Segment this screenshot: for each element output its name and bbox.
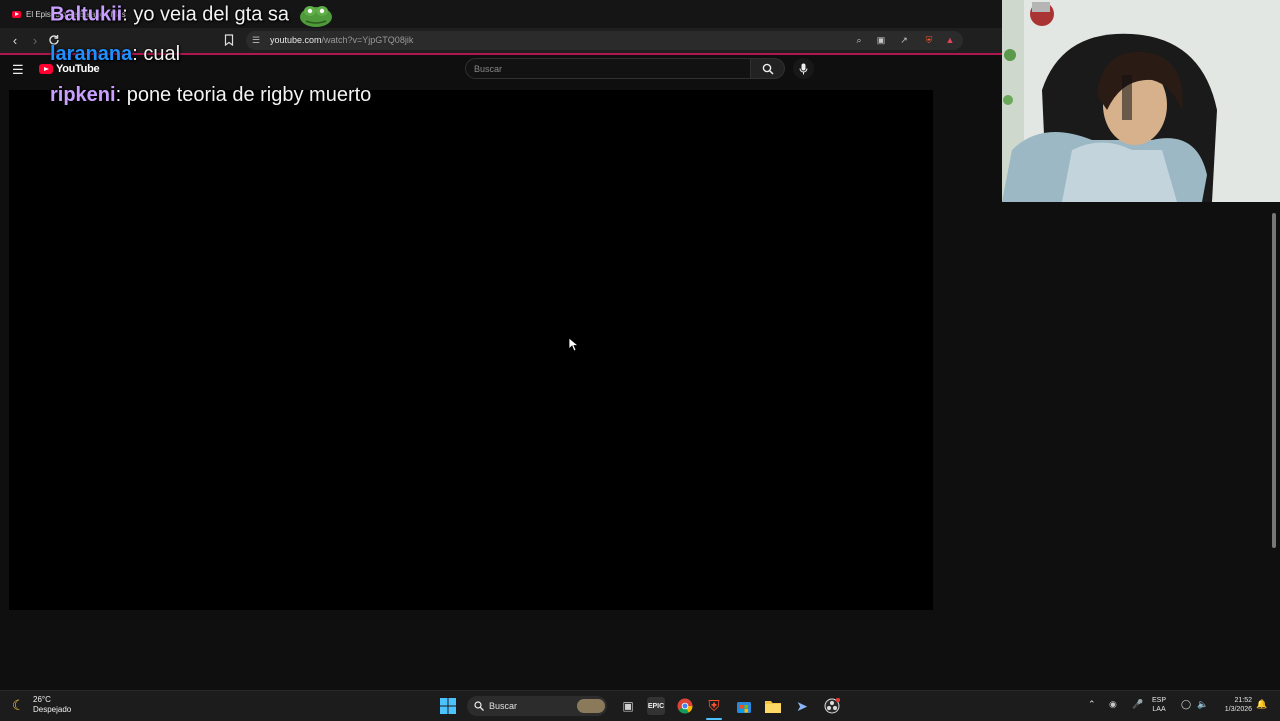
- zoom-icon[interactable]: ⌕: [852, 34, 866, 47]
- webcam-overlay: [1002, 0, 1280, 202]
- weather-moon-icon: ☾: [12, 697, 25, 713]
- share-icon[interactable]: ↗: [897, 34, 911, 47]
- mouse-cursor-icon: [568, 337, 578, 352]
- language-indicator[interactable]: ESP LAA: [1152, 696, 1166, 714]
- chat-message: Baltukii: yo veia del gta sa: [50, 2, 333, 28]
- microphone-icon: [799, 63, 808, 74]
- windows-start-icon[interactable]: [439, 697, 457, 715]
- task-view-icon[interactable]: ▣: [619, 697, 637, 715]
- chrome-icon[interactable]: [676, 697, 694, 715]
- microsoft-store-icon[interactable]: [735, 697, 753, 715]
- steam-icon[interactable]: ➤: [793, 697, 811, 715]
- taskbar-clock[interactable]: 21:52 1/3/2026: [1216, 696, 1252, 714]
- youtube-favicon-icon: [12, 10, 21, 18]
- obs-studio-icon[interactable]: [823, 697, 841, 715]
- cast-icon[interactable]: ▣: [874, 34, 888, 47]
- language-code: ESP: [1152, 697, 1167, 704]
- chat-username: ripkeni: [50, 84, 116, 106]
- scrollbar-thumb[interactable]: [1272, 213, 1276, 548]
- network-icon[interactable]: ◯: [1181, 699, 1191, 710]
- notifications-bell-icon[interactable]: 🔔: [1256, 699, 1267, 710]
- taskbar-search-label: Buscar: [489, 701, 518, 711]
- file-explorer-icon[interactable]: [764, 697, 782, 715]
- youtube-search-button[interactable]: [751, 58, 785, 79]
- keyboard-layout: LAA: [1152, 706, 1166, 713]
- site-settings-icon[interactable]: ☰: [252, 35, 260, 46]
- search-icon: [762, 63, 774, 75]
- brave-browser-icon[interactable]: ⛨: [705, 697, 723, 715]
- chat-username: Baltukii: [50, 3, 123, 26]
- chat-text: : yo veia del gta sa: [122, 3, 290, 26]
- chat-text: : pone teoria de rigby muerto: [115, 84, 372, 106]
- youtube-search-input[interactable]: [466, 59, 734, 79]
- youtube-search-box[interactable]: [465, 58, 751, 79]
- weather-temperature: 26°C: [33, 695, 51, 704]
- microphone-tray-icon[interactable]: 🎤: [1132, 699, 1143, 710]
- brave-shields-icon[interactable]: ⛨: [922, 34, 936, 47]
- chat-message: laranana: cual: [50, 43, 180, 66]
- clock-time: 21:52: [1234, 697, 1252, 704]
- hamburger-menu-icon[interactable]: ☰: [12, 62, 26, 78]
- search-highlight-icon: [577, 699, 605, 713]
- page-scrollbar[interactable]: [1270, 203, 1278, 690]
- show-hidden-icons-chevron-icon[interactable]: ⌃: [1088, 699, 1096, 710]
- chat-text: : cual: [132, 43, 181, 65]
- brave-rewards-icon[interactable]: ▲: [943, 34, 957, 47]
- epic-games-icon[interactable]: EPIC: [647, 697, 665, 715]
- address-bar[interactable]: ☰ youtube.com/watch?v=YjpGTQ08jik ⌕ ▣ ↗ …: [246, 31, 963, 50]
- chat-message: ripkeni: pone teoria de rigby muerto: [50, 84, 371, 107]
- url-host: youtube.com: [270, 35, 322, 45]
- forward-arrow-icon[interactable]: ›: [26, 31, 44, 49]
- pepe-emote-icon: [299, 2, 333, 28]
- bookmark-icon[interactable]: [220, 31, 238, 49]
- video-player[interactable]: [9, 90, 933, 610]
- voice-search-button[interactable]: [793, 58, 814, 79]
- weather-description: Despejado: [33, 705, 72, 714]
- windows-taskbar: ☾ 26°C Despejado Buscar ▣ EPIC ⛨ ➤ ⌃ ◉ 🎤…: [0, 690, 1280, 721]
- chat-username: laranana: [50, 43, 133, 65]
- url-text: youtube.com/watch?v=YjpGTQ08jik: [270, 35, 413, 45]
- streamer-webcam-image: [1002, 0, 1280, 202]
- speaker-icon[interactable]: 🔈: [1197, 699, 1208, 710]
- clock-date: 1/3/2026: [1224, 706, 1252, 713]
- weather-widget[interactable]: 26°C Despejado: [33, 695, 71, 715]
- discord-icon[interactable]: ◉: [1109, 699, 1117, 710]
- back-arrow-icon[interactable]: ‹: [6, 31, 24, 49]
- search-icon: [474, 701, 484, 711]
- taskbar-search-box[interactable]: Buscar: [467, 696, 607, 716]
- url-path: /watch?v=YjpGTQ08jik: [321, 35, 414, 45]
